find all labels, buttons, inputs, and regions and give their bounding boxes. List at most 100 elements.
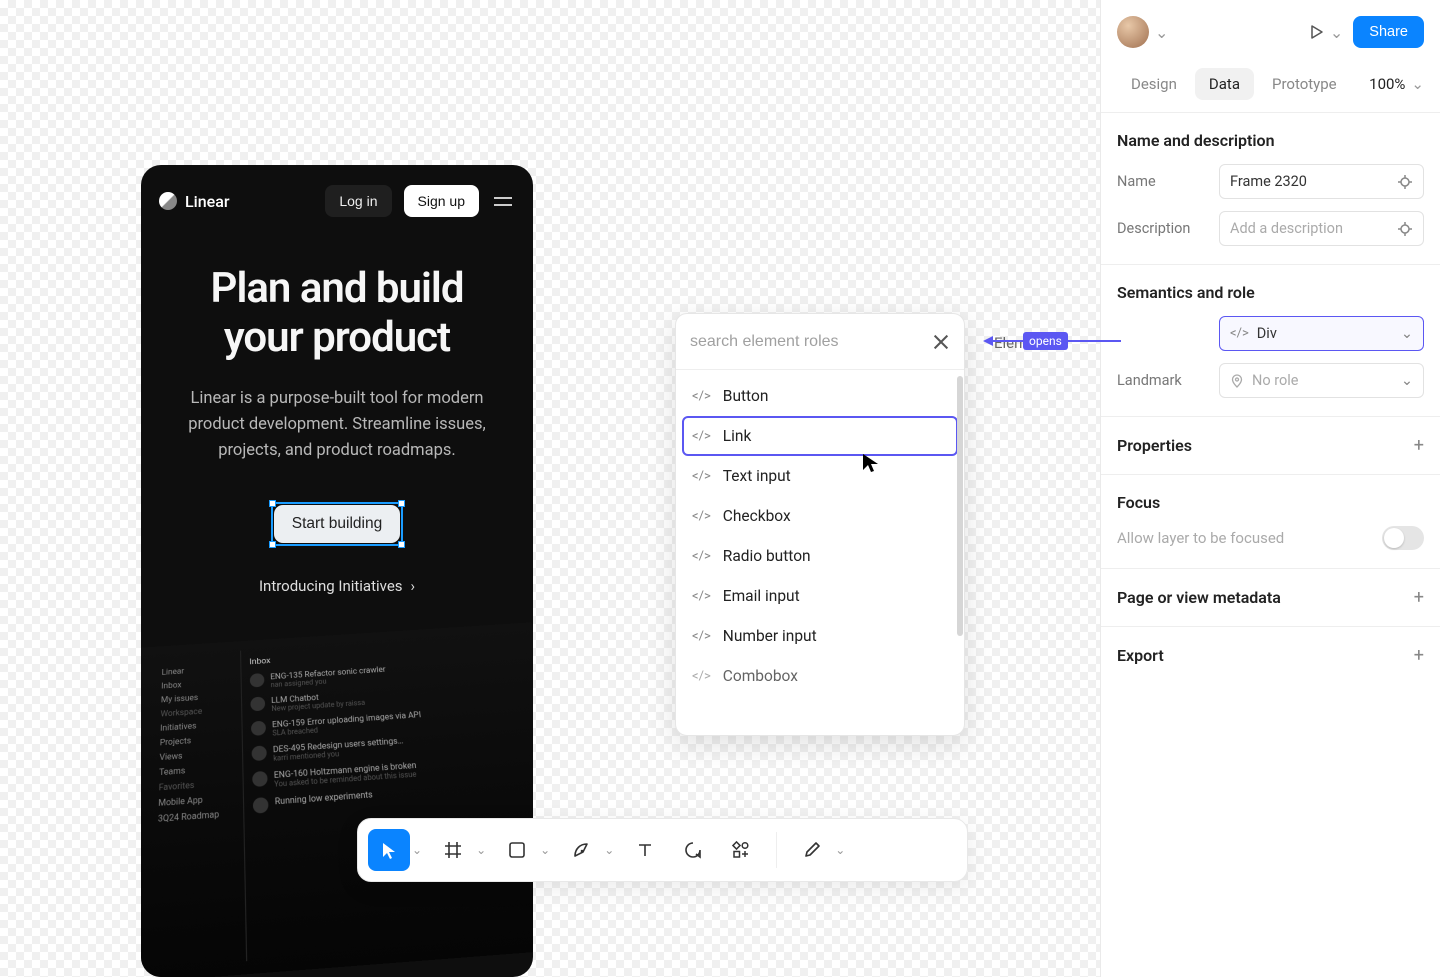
comment-icon — [683, 840, 703, 860]
start-building-button[interactable]: Start building — [274, 505, 400, 543]
annotation-label: opens — [1023, 332, 1068, 350]
zoom-control[interactable]: 100% ⌄ — [1369, 75, 1424, 93]
popover-search-row — [676, 314, 964, 370]
inspector-panel: ⌄ ⌄ Share Design Data Prototype 100% ⌄ N… — [1100, 0, 1440, 977]
hero: Plan and build your product Linear is a … — [141, 231, 533, 595]
code-icon: </> — [692, 549, 711, 564]
section-semantics: Semantics and role Element </> Div ⌄ Lan… — [1101, 265, 1440, 417]
code-icon: </> — [692, 669, 711, 684]
signup-button[interactable]: Sign up — [404, 185, 479, 217]
tab-data[interactable]: Data — [1195, 68, 1254, 100]
tab-design[interactable]: Design — [1117, 68, 1191, 100]
chevron-down-icon: ⌄ — [1155, 23, 1168, 42]
chevron-right-icon: › — [411, 577, 416, 595]
role-option-number-input[interactable]: </> Number input — [682, 616, 958, 656]
frame-icon — [443, 840, 463, 860]
role-search-input[interactable] — [690, 333, 932, 351]
hero-subtitle: Linear is a purpose-built tool for moder… — [163, 386, 511, 463]
plus-icon[interactable]: + — [1414, 587, 1424, 608]
chevron-down-icon: ⌄ — [1411, 75, 1424, 93]
code-icon: </> — [692, 429, 711, 444]
location-icon — [1230, 374, 1244, 388]
chevron-down-icon: ⌄ — [1401, 325, 1413, 342]
tab-prototype[interactable]: Prototype — [1258, 68, 1351, 100]
pen-tool[interactable] — [560, 829, 602, 871]
plus-icon[interactable]: + — [1414, 645, 1424, 666]
move-tool[interactable] — [368, 829, 410, 871]
element-role-select[interactable]: </> Div ⌄ — [1219, 316, 1424, 351]
brand-name: Linear — [185, 192, 229, 211]
annotation-arrow: opens — [983, 336, 1121, 346]
chevron-down-icon: ⌄ — [1401, 372, 1413, 389]
rectangle-icon — [507, 840, 527, 860]
name-field[interactable]: Frame 2320 — [1219, 164, 1424, 199]
auth-controls: Log in Sign up — [325, 185, 515, 217]
text-tool[interactable] — [624, 829, 666, 871]
close-icon[interactable] — [932, 333, 950, 351]
section-properties[interactable]: Properties + — [1101, 417, 1440, 475]
description-label: Description — [1117, 220, 1219, 237]
role-option-combobox[interactable]: </> Combobox — [682, 656, 958, 696]
code-icon: </> — [692, 589, 711, 604]
panel-top: ⌄ ⌄ Share — [1101, 0, 1440, 48]
cursor-icon — [379, 840, 399, 860]
role-option-button[interactable]: </> Button — [682, 376, 958, 416]
scrollbar-thumb[interactable] — [957, 376, 963, 636]
role-option-text-input[interactable]: </> Text input — [682, 456, 958, 496]
target-icon[interactable] — [1397, 221, 1413, 237]
login-button[interactable]: Log in — [325, 185, 391, 217]
role-list[interactable]: </> Button </> Link </> Text input </> C… — [676, 370, 964, 735]
avatar-icon — [1117, 16, 1149, 48]
intro-link[interactable]: Introducing Initiatives › — [259, 577, 415, 595]
chevron-down-icon[interactable]: ⌄ — [835, 843, 849, 857]
actions-tool[interactable] — [720, 829, 762, 871]
code-icon: </> — [692, 389, 711, 404]
code-icon: </> — [692, 469, 711, 484]
section-name-description: Name and description Name Frame 2320 Des… — [1101, 113, 1440, 265]
target-icon[interactable] — [1397, 174, 1413, 190]
description-field[interactable]: Add a description — [1219, 211, 1424, 246]
mockup-app-preview: Linear Inbox My issues Workspace Initiat… — [141, 623, 533, 977]
section-page-meta[interactable]: Page or view metadata + — [1101, 569, 1440, 627]
pencil-icon — [802, 840, 822, 860]
chevron-down-icon[interactable]: ⌄ — [604, 843, 618, 857]
section-title: Name and description — [1117, 131, 1424, 150]
comment-tool[interactable] — [672, 829, 714, 871]
chevron-down-icon[interactable]: ⌄ — [540, 843, 554, 857]
section-focus: Focus Allow layer to be focused — [1101, 475, 1440, 569]
landmark-label: Landmark — [1117, 372, 1219, 389]
role-option-radio[interactable]: </> Radio button — [682, 536, 958, 576]
edit-tool[interactable] — [791, 829, 833, 871]
menu-icon[interactable] — [491, 189, 515, 213]
code-icon: </> — [692, 509, 711, 524]
role-search-popover: </> Button </> Link </> Text input </> C… — [675, 313, 965, 736]
selection-handle-icon[interactable] — [398, 500, 405, 507]
brand: Linear — [159, 192, 229, 211]
hero-title: Plan and build your product — [163, 265, 511, 362]
pen-icon — [571, 840, 591, 860]
section-export[interactable]: Export + — [1101, 627, 1440, 684]
selection-handle-icon[interactable] — [269, 500, 276, 507]
plus-icon[interactable]: + — [1414, 435, 1424, 456]
chevron-down-icon[interactable]: ⌄ — [412, 843, 426, 857]
share-button[interactable]: Share — [1353, 16, 1424, 48]
panel-tabs: Design Data Prototype 100% ⌄ — [1101, 48, 1440, 113]
user-menu[interactable]: ⌄ — [1117, 16, 1168, 48]
bottom-toolbar: ⌄ ⌄ ⌄ ⌄ — [357, 818, 968, 882]
linear-logo-icon — [159, 192, 177, 210]
chevron-down-icon[interactable]: ⌄ — [476, 843, 490, 857]
role-option-email-input[interactable]: </> Email input — [682, 576, 958, 616]
role-option-checkbox[interactable]: </> Checkbox — [682, 496, 958, 536]
frame-tool[interactable] — [432, 829, 474, 871]
role-option-link[interactable]: </> Link — [682, 416, 958, 456]
present-button[interactable]: ⌄ — [1308, 23, 1343, 42]
section-title: Semantics and role — [1117, 283, 1424, 302]
landmark-select[interactable]: No role ⌄ — [1219, 363, 1424, 398]
selection-box[interactable]: Start building — [274, 505, 400, 543]
play-icon — [1308, 23, 1326, 41]
focus-toggle[interactable] — [1382, 526, 1424, 550]
shape-tool[interactable] — [496, 829, 538, 871]
focus-allow-label: Allow layer to be focused — [1117, 529, 1284, 547]
text-icon — [635, 840, 655, 860]
name-label: Name — [1117, 173, 1219, 190]
